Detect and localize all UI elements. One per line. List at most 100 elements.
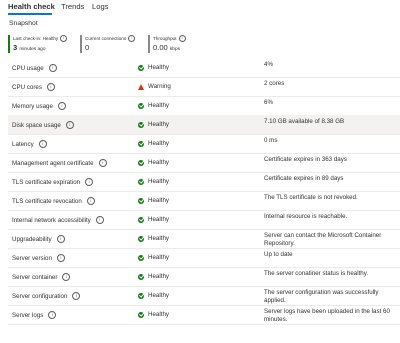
info-icon[interactable]: i xyxy=(62,273,71,281)
check-detail: 0 ms xyxy=(264,137,278,144)
check-name: Server container xyxy=(12,273,58,281)
check-detail: 6% xyxy=(264,99,273,106)
table-row: Management agent certificate i Healthy Ce… xyxy=(8,153,400,173)
tab-trends[interactable]: Trends xyxy=(61,2,84,11)
healthy-icon xyxy=(138,102,144,109)
status-text: Healthy xyxy=(148,64,169,71)
table-row: Server container i Healthy The server con… xyxy=(8,267,400,287)
healthy-icon xyxy=(138,197,144,204)
check-name: Server logs xyxy=(12,311,44,319)
card-label: Current connections xyxy=(85,36,127,41)
healthy-icon xyxy=(138,64,144,71)
card-label: Last check-in: Healthy xyxy=(13,36,59,41)
info-icon[interactable]: i xyxy=(65,121,74,129)
card-value: 0.00 xyxy=(153,43,168,52)
status-text: Healthy xyxy=(148,292,169,299)
snapshot-title: Snapshot xyxy=(9,20,38,27)
tab-logs[interactable]: Logs xyxy=(92,2,108,11)
info-icon[interactable]: i xyxy=(56,235,65,243)
table-row: Internal network accessibility i Healthy … xyxy=(8,210,400,230)
status-text: Healthy xyxy=(148,140,169,147)
card-value: 0 xyxy=(85,43,90,52)
status-text: Healthy xyxy=(148,178,169,185)
check-name: Disk space usage xyxy=(12,121,61,129)
info-icon[interactable]: i xyxy=(46,83,55,91)
status-text: Healthy xyxy=(148,102,169,109)
status-text: Healthy xyxy=(148,273,169,280)
info-icon[interactable]: i xyxy=(60,35,68,42)
status-text: Healthy xyxy=(148,159,169,166)
table-row: Server configuration i Healthy The server… xyxy=(8,286,400,306)
info-icon[interactable]: i xyxy=(38,140,47,148)
healthy-icon xyxy=(138,273,144,280)
card-value: 3 xyxy=(13,43,18,52)
status-text: Healthy xyxy=(148,235,169,242)
info-icon[interactable]: i xyxy=(85,178,94,186)
check-detail: 7.10 GB available of 8.38 GB xyxy=(264,118,345,125)
card-throughput: Throughput i 0.00 kbps xyxy=(148,35,209,53)
card-label: Throughput xyxy=(153,36,177,41)
check-detail: Server logs have been uploaded in the la… xyxy=(264,308,390,323)
check-name: TLS certificate expiration xyxy=(12,178,81,186)
check-name: Latency xyxy=(12,140,34,148)
tab-bar: Health check Trends Logs xyxy=(0,0,400,16)
status-text: Warning xyxy=(148,83,171,90)
table-row: Memory usage i Healthy 6% xyxy=(8,96,400,116)
check-detail: Server can contact the Microsoft Contain… xyxy=(264,232,382,247)
check-detail: Up to date xyxy=(264,251,293,258)
check-detail: Certificate expires in 363 days xyxy=(264,156,347,163)
status-text: Healthy xyxy=(148,197,169,204)
info-icon[interactable]: i xyxy=(98,159,107,167)
info-icon[interactable]: i xyxy=(128,35,136,42)
healthy-icon xyxy=(138,121,144,128)
check-name: CPU cores xyxy=(12,83,42,91)
card-unit: kbps xyxy=(169,47,181,52)
info-icon[interactable]: i xyxy=(48,64,57,72)
table-row: Latency i Healthy 0 ms xyxy=(8,134,400,154)
check-name: TLS certificate revocation xyxy=(12,197,82,205)
info-icon[interactable]: i xyxy=(178,35,186,42)
check-detail: Certificate expires in 89 days xyxy=(264,175,344,182)
healthy-icon xyxy=(138,254,144,261)
tab-health-check[interactable]: Health check xyxy=(8,2,55,11)
healthy-icon xyxy=(138,311,144,318)
check-detail: 2 cores xyxy=(264,80,285,87)
info-icon[interactable]: i xyxy=(48,311,57,319)
info-icon[interactable]: i xyxy=(86,197,95,205)
table-row: CPU usage i Healthy 4% xyxy=(8,58,400,78)
check-name: Upgradeability xyxy=(12,235,52,243)
check-name: Management agent certificate xyxy=(12,159,94,167)
table-row: TLS certificate expiration i Healthy Cert… xyxy=(8,172,400,192)
table-row: Server logs i Healthy Server logs have be… xyxy=(8,305,400,325)
card-current-connections: Current connections i 0 xyxy=(80,35,149,53)
info-icon[interactable]: i xyxy=(56,254,65,262)
healthy-icon xyxy=(138,140,144,147)
info-icon[interactable]: i xyxy=(72,292,81,300)
check-detail: The server conatiner status is healthy. xyxy=(264,270,369,277)
check-name: CPU usage xyxy=(12,64,44,72)
card-last-check-in: Last check-in: Healthy i 3 minutes ago xyxy=(8,35,77,53)
healthy-icon xyxy=(138,292,144,299)
healthy-icon xyxy=(138,178,144,185)
check-detail: Internal resource is reachable. xyxy=(264,213,348,220)
info-icon[interactable]: i xyxy=(57,102,66,110)
card-unit: minutes ago xyxy=(19,47,46,52)
table-row: CPU cores i Warning 2 cores xyxy=(8,77,400,97)
status-text: Healthy xyxy=(148,254,169,261)
check-detail: The TLS certificate is not revoked. xyxy=(264,194,358,201)
check-detail: The server configuration was successfull… xyxy=(264,289,379,304)
table-row: TLS certificate revocation i Healthy The … xyxy=(8,191,400,211)
check-detail: 4% xyxy=(264,61,273,68)
status-text: Healthy xyxy=(148,121,169,128)
active-tab-indicator xyxy=(8,13,52,15)
warning-icon xyxy=(138,83,144,90)
healthy-icon xyxy=(138,235,144,242)
healthy-icon xyxy=(138,216,144,223)
status-text: Healthy xyxy=(148,311,169,318)
table-row: Upgradeability i Healthy Server can conta… xyxy=(8,229,400,249)
check-name: Server version xyxy=(12,254,52,262)
info-icon[interactable]: i xyxy=(95,216,104,224)
check-name: Internal network accessibility xyxy=(12,216,91,224)
healthy-icon xyxy=(138,159,144,166)
table-row: Disk space usage i Healthy 7.10 GB availa… xyxy=(8,115,400,135)
